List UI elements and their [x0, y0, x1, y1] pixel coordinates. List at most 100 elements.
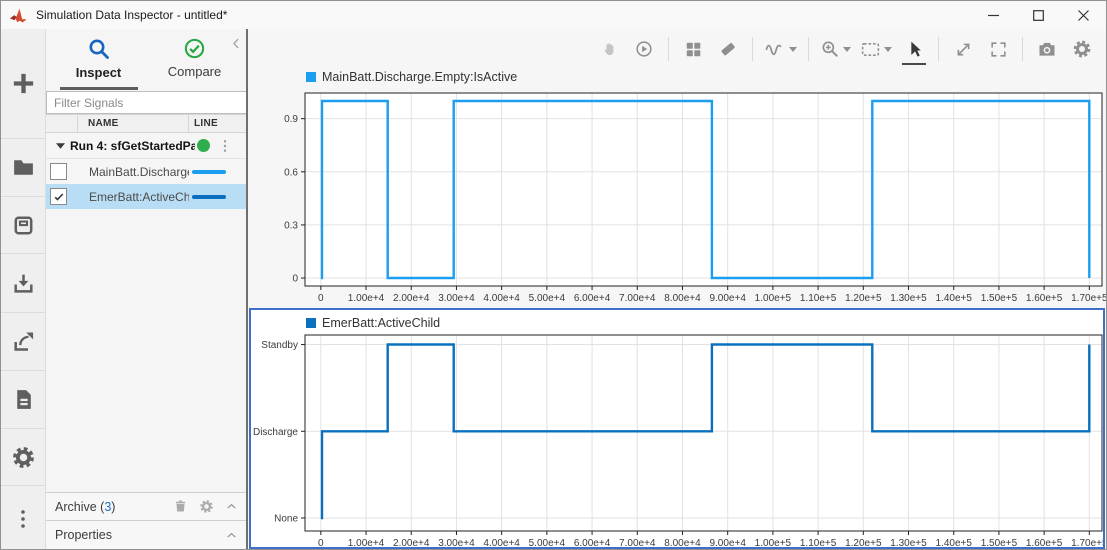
chart-canvas-1: 01.00e+42.00e+43.00e+44.00e+45.00e+46.00…: [248, 66, 1107, 308]
table-row-mainbatt[interactable]: MainBatt.Discharge.: [46, 159, 247, 184]
svg-text:9.00e+4: 9.00e+4: [709, 538, 746, 547]
import-button[interactable]: [1, 254, 45, 313]
legend-swatch: [306, 318, 316, 328]
subplot-layout-button[interactable]: [678, 35, 708, 63]
filter-signals-input[interactable]: [46, 91, 261, 114]
svg-text:1.00e+5: 1.00e+5: [755, 293, 792, 304]
report-icon: [11, 387, 36, 412]
plus-icon: [9, 69, 38, 98]
legend-label: MainBatt.Discharge.Empty:IsActive: [322, 70, 517, 84]
svg-text:2.00e+4: 2.00e+4: [393, 293, 430, 304]
archive-section-header[interactable]: Archive (3): [46, 492, 247, 520]
replay-button[interactable]: [629, 35, 659, 63]
svg-text:1.30e+5: 1.30e+5: [890, 293, 927, 304]
toolbar-separator: [938, 37, 939, 61]
fullscreen-button[interactable]: [983, 35, 1013, 63]
signal-name: MainBatt.Discharge.: [89, 165, 189, 179]
name-column-header: NAME: [78, 115, 189, 132]
chevron-left-icon: [229, 36, 244, 51]
svg-text:5.00e+4: 5.00e+4: [529, 293, 566, 304]
svg-text:7.00e+4: 7.00e+4: [619, 293, 656, 304]
signal-checkbox[interactable]: [50, 163, 67, 180]
subplot-1[interactable]: MainBatt.Discharge.Empty:IsActive 0 1.00e…: [248, 66, 1107, 308]
check-circle-icon: [183, 37, 206, 60]
wave-icon: [764, 38, 786, 60]
matlab-logo-icon: [10, 8, 27, 23]
table-row-emerbatt[interactable]: EmerBatt:ActiveChil: [46, 184, 247, 209]
pan-button[interactable]: [594, 35, 624, 63]
signals-panel: Inspect Compare NAME LINE Run 4: sfGetSt…: [46, 29, 247, 549]
search-icon: [87, 37, 111, 61]
svg-text:3.00e+4: 3.00e+4: [438, 293, 475, 304]
create-report-button[interactable]: [1, 371, 45, 429]
chevron-down-icon: [884, 47, 892, 52]
minimize-button[interactable]: [971, 1, 1016, 29]
tab-inspect[interactable]: Inspect: [58, 29, 140, 90]
gear-icon[interactable]: [199, 499, 214, 514]
svg-text:1.20e+5: 1.20e+5: [845, 293, 882, 304]
svg-text:1.00e+4: 1.00e+4: [348, 293, 385, 304]
pointer-icon: [905, 40, 924, 59]
svg-text:1.40e+5: 1.40e+5: [936, 293, 973, 304]
svg-text:9.00e+4: 9.00e+4: [709, 293, 746, 304]
fullscreen-icon: [989, 40, 1008, 59]
signal-line-swatch[interactable]: [192, 195, 226, 199]
expand-icon: [954, 40, 973, 59]
export-icon: [11, 329, 36, 354]
open-button[interactable]: [1, 139, 45, 197]
svg-text:8.00e+4: 8.00e+4: [664, 538, 701, 547]
fit-to-view-button[interactable]: [858, 35, 894, 63]
camera-icon: [1037, 39, 1057, 59]
svg-text:1.00e+5: 1.00e+5: [755, 538, 792, 547]
expand-button[interactable]: [948, 35, 978, 63]
close-button[interactable]: [1061, 1, 1106, 29]
trash-icon[interactable]: [173, 499, 188, 514]
svg-text:Standby: Standby: [261, 340, 298, 351]
add-button[interactable]: [1, 29, 45, 139]
svg-text:7.00e+4: 7.00e+4: [619, 538, 656, 547]
subplot-2-selected[interactable]: EmerBatt:ActiveChild 01.00e+42.00e+43.00…: [249, 308, 1105, 549]
checkbox-column-header: [46, 115, 78, 132]
signal-checkbox[interactable]: [50, 188, 67, 205]
save-button[interactable]: [1, 197, 45, 254]
snapshot-button[interactable]: [1032, 35, 1062, 63]
pointer-button[interactable]: [899, 35, 929, 63]
kebab-icon: [11, 507, 35, 531]
legend-label: EmerBatt:ActiveChild: [322, 316, 440, 330]
signal-table-header: NAME LINE: [46, 114, 247, 133]
svg-text:1.10e+5: 1.10e+5: [800, 538, 837, 547]
zoom-button[interactable]: [818, 35, 853, 63]
maximize-button[interactable]: [1016, 1, 1061, 29]
preferences-button[interactable]: [1, 429, 45, 486]
collapse-panel-button[interactable]: [229, 36, 244, 56]
hand-icon: [600, 40, 619, 59]
svg-text:5.00e+4: 5.00e+4: [529, 538, 566, 547]
svg-text:0: 0: [318, 293, 324, 304]
minimize-icon: [988, 10, 999, 21]
clear-subplots-button[interactable]: [713, 35, 743, 63]
run-label: Run 4: sfGetStartedPar: [70, 139, 195, 153]
svg-text:None: None: [274, 513, 298, 524]
svg-text:6.00e+4: 6.00e+4: [574, 538, 611, 547]
svg-text:1.60e+5: 1.60e+5: [1026, 538, 1063, 547]
run-group-row[interactable]: Run 4: sfGetStartedPar: [46, 133, 247, 159]
chevron-up-icon[interactable]: [225, 529, 238, 542]
eraser-icon: [718, 39, 738, 59]
svg-text:0.3: 0.3: [284, 220, 298, 231]
plot-settings-button[interactable]: [1067, 35, 1097, 63]
plot-area: MainBatt.Discharge.Empty:IsActive 0 1.00e…: [248, 29, 1106, 549]
maximize-icon: [1033, 10, 1044, 21]
tab-compare[interactable]: Compare: [154, 29, 236, 90]
svg-text:1.30e+5: 1.30e+5: [890, 538, 927, 547]
more-options-button[interactable]: [1, 486, 45, 550]
export-button[interactable]: [1, 313, 45, 371]
active-tab-underline: [60, 87, 138, 90]
gear-icon: [1072, 39, 1092, 59]
signal-line-swatch[interactable]: [192, 170, 226, 174]
signal-trace-button[interactable]: [762, 35, 799, 63]
properties-section-header[interactable]: Properties: [46, 520, 247, 549]
kebab-icon[interactable]: [217, 137, 233, 155]
titlebar: Simulation Data Inspector - untitled*: [1, 1, 1106, 29]
chevron-up-icon[interactable]: [225, 500, 238, 513]
svg-text:0.6: 0.6: [284, 167, 298, 178]
